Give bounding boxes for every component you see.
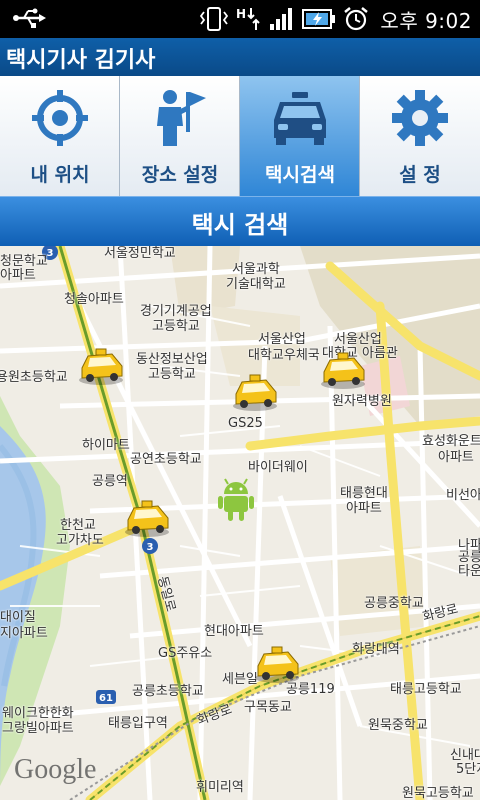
tab-label: 내 위치 [30,164,90,186]
taxi-marker[interactable] [122,498,172,538]
map-label: 휘미리역 [196,780,244,795]
map-label: 아파트 [346,501,382,516]
map-label: 서울정민학교 [104,246,176,261]
taxi-marker[interactable] [230,372,280,412]
map-label: 나파트 [458,538,480,553]
map-label: 원묵중학교 [368,718,428,733]
map-label: 비선아 [446,488,480,503]
map-label: 공릉중학교 [364,596,424,611]
current-location-android-icon[interactable] [218,476,254,522]
app-title: 택시기사 김기사 [6,48,156,73]
vibrate-icon [200,7,229,31]
taxi-icon [274,92,326,145]
tab-bar: 내 위치 장소 설정 택시검색 설 정 [0,76,480,196]
map-label: 타운 [458,564,480,579]
map-label: 기술대학교 [226,277,286,292]
road-number: 61 [99,693,113,704]
person-flag-icon [157,90,206,146]
map-label: 용원초등학교 [0,370,68,385]
map-label: 청솔아파트 [64,292,124,307]
gear-icon [392,90,448,146]
signal-icon [270,8,293,30]
status-bar: H 오후 9:02 [0,0,480,38]
taxi-marker[interactable] [252,644,302,684]
tab-place-setting[interactable]: 장소 설정 [120,76,240,196]
tab-label: 설 정 [399,164,441,186]
app-title-bar: 택시기사 김기사 [0,38,480,76]
data-transfer-icon: H [236,7,261,30]
taxi-marker[interactable] [318,350,368,390]
map-label: 지아파트 [0,626,48,641]
target-icon [32,90,88,146]
map-label: 화랑대역 [352,642,400,657]
map-label: 고등학교 [152,319,200,334]
map-label: GS25 [228,416,263,431]
map-label: 구목동교 [244,700,292,715]
usb-icon [13,8,46,28]
svg-text:H: H [236,7,246,21]
map-label: 그랑빌아파트 [2,721,74,736]
map-label: 고가차도 [56,533,104,548]
tab-label: 택시검색 [265,164,335,186]
map-label: GS주유소 [158,646,213,661]
tab-settings[interactable]: 설 정 [360,76,480,196]
map-label: 5단지 [456,762,480,777]
map-label: 공릉역 [92,474,128,489]
map-view[interactable]: 3 3 61 서울정민학교 서울과학 기술대학교 청솔아파트 경기기계공업 고등… [0,246,480,800]
map-label: 아파트 [438,450,474,465]
page-header: 택시 검색 [0,196,480,246]
map-label: 고등학교 [148,367,196,382]
clock-time: 오후 9:02 [380,8,472,33]
map-label: 태릉입구역 [108,716,168,731]
battery-charging-icon [302,9,336,29]
map-label: 하이마트 [82,438,130,453]
map-label: 원자력병원 [332,394,392,409]
page-title: 택시 검색 [191,211,289,239]
map-label: 원묵고등학교 [402,786,474,800]
alarm-icon [344,7,369,31]
google-attribution: Google [14,754,97,785]
map-label: 공릉초등학교 [132,684,204,699]
tab-label: 장소 설정 [141,164,219,186]
map-label: 대학교우체국 [248,348,320,363]
map-label: 현대아파트 [204,624,264,639]
road-number: 3 [147,542,154,553]
map-label: 청문학교 [0,254,48,269]
taxi-marker[interactable] [76,346,126,386]
map-label: 바이더웨이 [248,460,308,475]
tab-my-location[interactable]: 내 위치 [0,76,120,196]
map-label: 공연초등학교 [130,452,202,467]
tab-taxi-search[interactable]: 택시검색 [240,76,360,196]
map-label: 태릉고등학교 [390,682,462,697]
